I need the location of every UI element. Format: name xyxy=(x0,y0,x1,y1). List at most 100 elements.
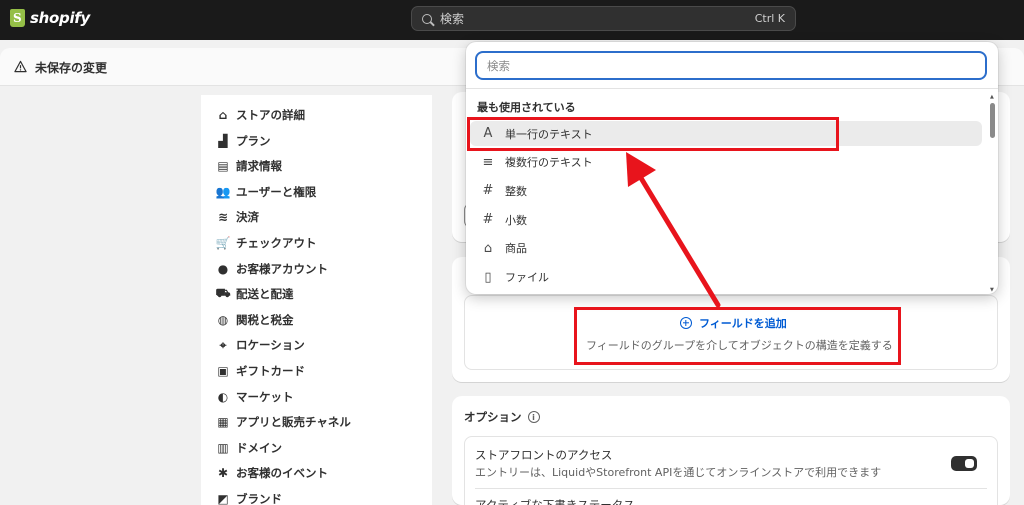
person-icon: ● xyxy=(217,261,229,276)
sidebar-item-label: ブランド xyxy=(236,492,282,505)
domain-icon: ▥ xyxy=(217,440,229,455)
sidebar-item[interactable]: ⌂ ストアの詳細 xyxy=(216,106,305,124)
field-type-label: 整数 xyxy=(505,184,527,198)
sidebar-item[interactable]: ▦ アプリと販売チャネル xyxy=(216,413,351,431)
hash-icon: # xyxy=(482,212,494,228)
field-type-label: 単一行のテキスト xyxy=(505,127,593,141)
sidebar-item-label: ストアの詳細 xyxy=(236,108,305,122)
sidebar-item[interactable]: ◍ 関税と税金 xyxy=(216,311,294,329)
field-type-option[interactable]: ▯ ファイル xyxy=(470,265,982,290)
search-shortcut: Ctrl K xyxy=(754,12,785,25)
sidebar-item[interactable]: ◐ マーケット xyxy=(216,388,294,406)
scrollbar-thumb[interactable] xyxy=(990,103,995,138)
info-icon[interactable]: i xyxy=(527,411,540,423)
store-icon: ⌂ xyxy=(218,108,228,122)
options-list: ストアフロントのアクセス エントリーは、LiquidやStorefront AP… xyxy=(464,436,998,505)
global-search[interactable]: 検索 Ctrl K xyxy=(411,6,796,31)
sidebar-item[interactable]: ▤ 請求情報 xyxy=(216,157,282,175)
draft-status-label: アクティブな下書きステータス xyxy=(475,498,635,505)
sidebar-item-label: アプリと販売チャネル xyxy=(236,415,351,430)
storefront-access-label: ストアフロントのアクセス xyxy=(475,448,613,462)
options-title-text: オプション xyxy=(464,410,522,424)
sidebar-item[interactable]: ● お客様アカウント xyxy=(216,260,328,278)
field-type-label: 複数行のテキスト xyxy=(505,156,593,170)
scroll-up-icon[interactable]: ▲ xyxy=(990,94,994,100)
sidebar-item-label: ギフトカード xyxy=(236,364,305,378)
product-tag-icon: ⌂ xyxy=(483,240,493,256)
users-icon: 👥 xyxy=(215,184,231,199)
location-icon: ⌖ xyxy=(219,337,227,352)
truck-icon: ⛟ xyxy=(215,286,231,301)
field-type-option[interactable]: # 小数 xyxy=(470,207,982,232)
sidebar-item[interactable]: 🛒 チェックアウト xyxy=(216,234,317,252)
warning-icon xyxy=(14,60,27,73)
fields-empty-state xyxy=(464,295,998,370)
sidebar-item-label: ユーザーと権限 xyxy=(236,184,317,199)
options-title: オプション i xyxy=(464,409,540,425)
section-heading: 最も使用されている xyxy=(477,101,576,114)
scroll-down-icon[interactable]: ▼ xyxy=(990,287,994,293)
options-card: オプション i ストアフロントのアクセス エントリーは、LiquidやStore… xyxy=(452,396,1010,505)
shopify-bag-icon xyxy=(10,9,25,27)
hash-icon: # xyxy=(482,183,494,199)
sidebar-item[interactable]: ⛟ 配送と配達 xyxy=(215,285,293,303)
field-type-option[interactable]: # 整数 xyxy=(470,178,982,203)
sidebar-item[interactable]: 👥 ユーザーと権限 xyxy=(215,183,317,201)
sidebar-item[interactable]: ▣ ギフトカード xyxy=(216,362,305,380)
field-type-option[interactable]: ⌂ 商品 xyxy=(470,236,982,261)
unsaved-changes-label: 未保存の変更 xyxy=(35,61,108,75)
billing-icon: ▤ xyxy=(217,159,229,174)
sidebar-item-label: ドメイン xyxy=(236,440,282,455)
sidebar-item-label: プラン xyxy=(236,133,271,148)
field-type-option[interactable]: ≡ 複数行のテキスト xyxy=(470,150,982,175)
file-icon: ▯ xyxy=(484,269,492,285)
field-type-popover: 最も使用されている A 単一行のテキスト ≡ 複数行のテキスト # 整数 # 小数 ⌂ 商品 ▯ ファ… xyxy=(466,42,998,294)
plus-circle-icon xyxy=(680,317,692,329)
field-type-label: ファイル xyxy=(505,271,549,284)
tax-icon: ◍ xyxy=(217,312,229,327)
popover-scrollbar[interactable]: ▲ ▼ xyxy=(990,94,995,293)
sidebar-item[interactable]: ◩ ブランド xyxy=(216,490,282,505)
gift-card-icon: ▣ xyxy=(217,364,229,378)
sidebar-item-label: 請求情報 xyxy=(236,159,282,174)
sidebar-item-label: チェックアウト xyxy=(236,236,317,250)
plan-icon: ▟ xyxy=(218,133,228,148)
sidebar-item-label: ロケーション xyxy=(236,338,305,353)
sidebar-item-label: マーケット xyxy=(236,389,294,404)
divider xyxy=(466,88,998,89)
sidebar-item-label: 関税と税金 xyxy=(236,312,294,327)
events-icon: ✱ xyxy=(217,466,229,481)
popover-search-field[interactable] xyxy=(476,52,986,79)
sidebar-item[interactable]: ⌖ ロケーション xyxy=(216,336,305,354)
sidebar-item-label: お客様アカウント xyxy=(236,261,328,276)
add-field-button[interactable]: フィールドを追加 xyxy=(680,315,787,331)
sidebar-item[interactable]: ≋ 決済 xyxy=(216,208,259,226)
top-bar: shopify 検索 Ctrl K xyxy=(0,0,1024,40)
text-a-icon: A xyxy=(483,126,493,141)
shopify-logo[interactable]: shopify xyxy=(10,9,90,27)
settings-nav: ⌂ ストアの詳細 ▟ プラン ▤ 請求情報 👥 ユーザーと権限 ≋ 決済 🛒 チェックアウト ● お客様ア… xyxy=(201,95,432,505)
popover-search-input[interactable] xyxy=(477,53,985,78)
sidebar-item[interactable]: ▟ プラン xyxy=(216,132,271,150)
logo-text: shopify xyxy=(30,9,90,27)
payments-icon: ≋ xyxy=(217,210,229,225)
apps-icon: ▦ xyxy=(217,415,229,430)
storefront-access-toggle[interactable] xyxy=(951,456,977,471)
cart-icon: 🛒 xyxy=(215,236,231,250)
field-type-label: 商品 xyxy=(505,242,527,256)
field-type-option[interactable]: A 単一行のテキスト xyxy=(470,121,982,146)
sidebar-item-label: お客様のイベント xyxy=(236,466,328,481)
global-search-placeholder: 検索 xyxy=(440,12,465,26)
sidebar-item-label: 決済 xyxy=(236,210,259,225)
divider xyxy=(475,488,987,489)
sidebar-item[interactable]: ▥ ドメイン xyxy=(216,439,282,457)
multiline-text-icon: ≡ xyxy=(482,154,494,170)
field-type-label: 小数 xyxy=(505,213,527,227)
brand-icon: ◩ xyxy=(217,492,229,505)
add-field-description: フィールドのグループを介してオブジェクトの構造を定義する xyxy=(586,339,893,352)
sidebar-item[interactable]: ✱ お客様のイベント xyxy=(216,464,328,482)
storefront-access-description: エントリーは、LiquidやStorefront APIを通じてオンラインストア… xyxy=(475,466,882,479)
search-icon xyxy=(422,13,432,24)
add-field-label: フィールドを追加 xyxy=(699,317,787,330)
globe-icon: ◐ xyxy=(217,389,229,404)
